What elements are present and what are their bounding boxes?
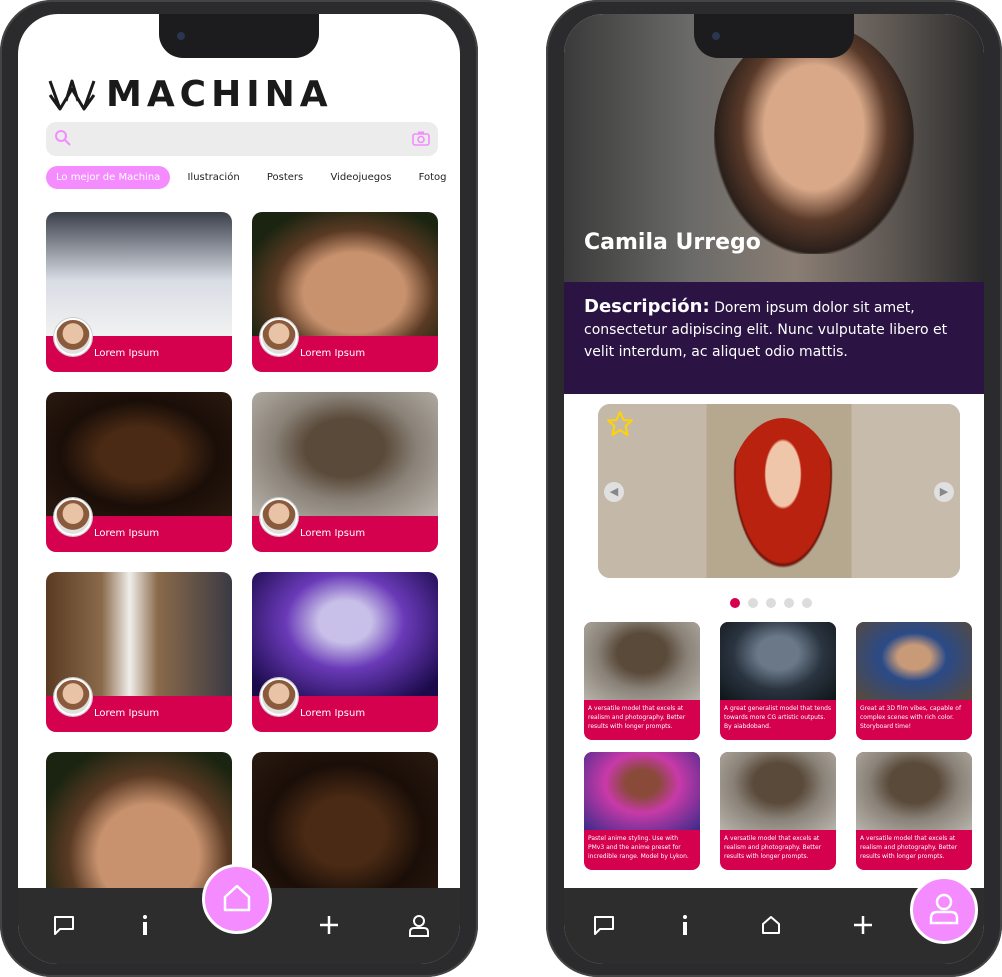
chat-icon[interactable] [52,914,76,936]
user-icon [929,893,959,925]
model-description: A versatile model that excels at realism… [860,835,958,860]
card-title: Lorem Ipsum [300,528,366,539]
camera-icon[interactable] [412,130,430,146]
featured-carousel[interactable]: ◀ ▶ [598,404,960,578]
plus-icon[interactable] [318,914,340,936]
tab-best-of-machina[interactable]: Lo mejor de Machina [46,166,171,189]
notch [159,14,319,58]
pagination-dot[interactable] [802,598,812,608]
carousel-pagination [730,598,812,608]
model-card[interactable]: A versatile model that excels at realism… [856,752,972,870]
home-button[interactable] [202,864,272,934]
art-card[interactable]: Lorem Ipsum [46,392,232,552]
model-description: A versatile model that excels at realism… [724,835,822,860]
carousel-subject [728,418,838,578]
profile-name: Camila Urrego [584,230,761,255]
model-image [856,752,972,830]
tab-illustration[interactable]: Ilustración [177,166,249,189]
camera-dot [712,32,720,40]
model-description: Pastel anime styling. Use with PMv3 and … [588,835,689,860]
avatar[interactable] [260,498,298,536]
category-tabs: Lo mejor de Machina Ilustración Posters … [46,166,446,194]
card-title: Lorem Ipsum [94,528,160,539]
model-description: A great generalist model that tends towa… [724,705,832,730]
home-icon [223,884,251,912]
card-title: Lorem Ipsum [94,708,160,719]
model-description: A versatile model that excels at realism… [588,705,686,730]
model-image [720,752,836,830]
avatar[interactable] [54,498,92,536]
model-card[interactable]: A versatile model that excels at realism… [720,752,836,870]
carousel-next-button[interactable]: ▶ [934,482,954,502]
model-card[interactable]: Great at 3D film vibes, capable of compl… [856,622,972,740]
home-icon[interactable] [760,914,782,936]
pagination-dot[interactable] [766,598,776,608]
avatar[interactable] [54,678,92,716]
art-card[interactable]: Lorem Ipsum [252,392,438,552]
pagination-dot[interactable] [748,598,758,608]
model-description: Great at 3D film vibes, capable of compl… [860,705,962,730]
model-image [856,622,972,700]
screen-feed: MACHINA Lo mejor de Machina Ilustración … [18,14,460,964]
info-icon[interactable] [680,914,690,936]
info-icon[interactable] [140,914,150,936]
art-card[interactable]: Lorem Ipsum [46,572,232,732]
profile-button[interactable] [910,876,978,944]
profile-photo [714,24,914,254]
plus-icon[interactable] [852,914,874,936]
model-image [584,752,700,830]
avatar[interactable] [260,678,298,716]
art-card[interactable]: Lorem Ipsum [46,212,232,372]
card-title: Lorem Ipsum [94,348,160,359]
card-title: Lorem Ipsum [300,348,366,359]
tab-photography[interactable]: Fotogr [409,166,446,189]
model-image [720,622,836,700]
brand-name: MACHINA [106,74,333,115]
model-card[interactable]: A versatile model that excels at realism… [584,622,700,740]
card-title: Lorem Ipsum [300,708,366,719]
search-icon[interactable] [54,129,72,147]
crown-icon [48,79,96,110]
avatar[interactable] [260,318,298,356]
pagination-dot[interactable] [730,598,740,608]
avatar[interactable] [54,318,92,356]
phone-left: MACHINA Lo mejor de Machina Ilustración … [0,0,478,977]
carousel-prev-button[interactable]: ◀ [604,482,624,502]
model-card[interactable]: A great generalist model that tends towa… [720,622,836,740]
chat-icon[interactable] [592,914,616,936]
art-card[interactable]: Lorem Ipsum [252,572,438,732]
pagination-dot[interactable] [784,598,794,608]
phone-right: Camila Urrego Descripción: Dorem ipsum d… [546,0,1002,977]
star-icon[interactable] [606,410,634,438]
tab-videogames[interactable]: Videojuegos [320,166,401,189]
art-card[interactable]: Lorem Ipsum [252,212,438,372]
tab-posters[interactable]: Posters [257,166,313,189]
user-icon[interactable] [408,914,430,938]
camera-dot [177,32,185,40]
notch [694,14,854,58]
profile-description: Descripción: Dorem ipsum dolor sit amet,… [564,282,984,394]
search-bar[interactable] [46,122,438,156]
model-image [584,622,700,700]
description-label: Descripción: [584,296,710,317]
brand-logo: MACHINA [46,74,333,115]
screen-profile: Camila Urrego Descripción: Dorem ipsum d… [564,14,984,964]
model-card[interactable]: Pastel anime styling. Use with PMv3 and … [584,752,700,870]
